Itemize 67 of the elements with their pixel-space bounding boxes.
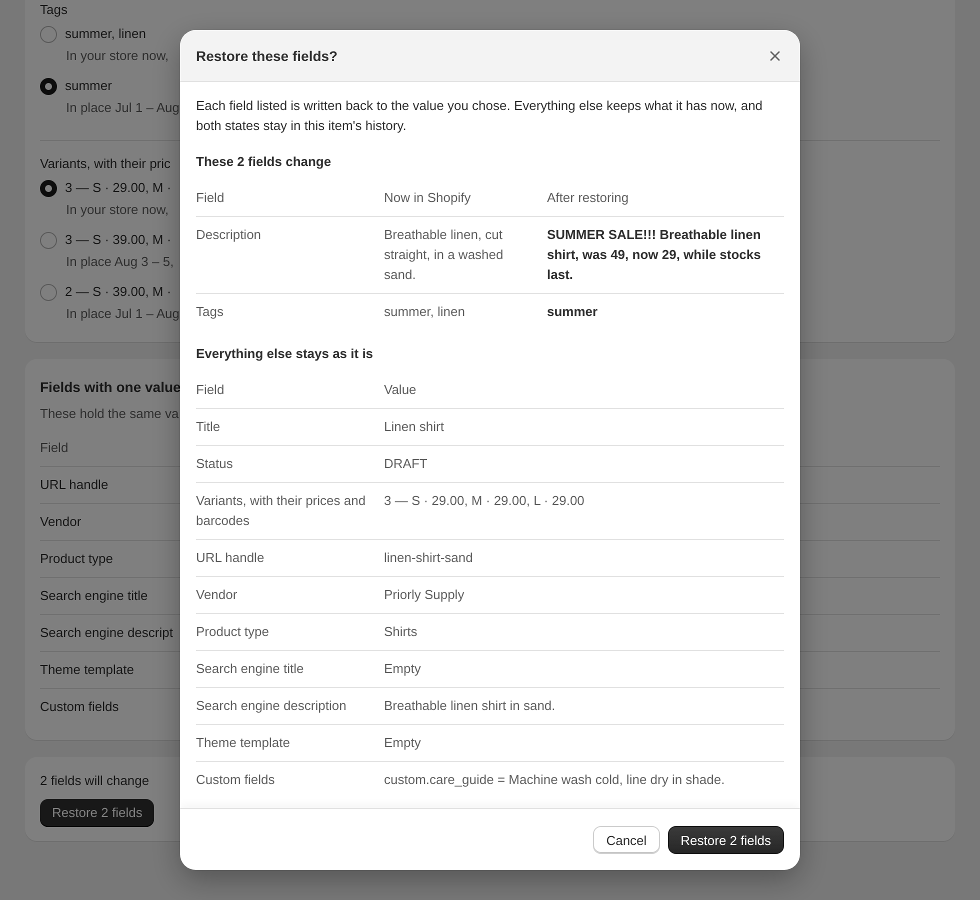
column-header: After restoring — [547, 189, 630, 207]
field-name: Search engine descript — [40, 625, 173, 640]
section-heading: Everything else stays as it is — [196, 345, 374, 363]
card-title: Fields with one value — [40, 378, 181, 397]
radio-button[interactable] — [40, 26, 57, 42]
option-note: In place Jul 1 – Aug — [66, 305, 180, 323]
field-name: Custom fields — [40, 699, 119, 714]
field-value: DRAFT — [384, 455, 428, 473]
field-name: Search engine title — [40, 588, 148, 603]
field-value: Linen shirt — [384, 418, 445, 436]
column-header: Field — [196, 381, 226, 399]
field-value: linen-shirt-sand — [384, 549, 474, 567]
field-name: Description — [196, 226, 262, 244]
field-name: Tags — [196, 303, 224, 321]
option-note: In place Aug 3 – 5, — [66, 253, 174, 271]
field-value: 3 — S · 29.00, M · 29.00, L · 29.00 — [384, 492, 586, 510]
option-label: summer, linen — [65, 25, 146, 43]
field-name: Status — [196, 455, 234, 473]
radio-button[interactable] — [40, 284, 57, 300]
option-label: summer — [65, 77, 112, 95]
field-name: Product type — [196, 623, 270, 641]
field-name: Search engine title — [196, 660, 305, 678]
current-value: summer, linen — [384, 303, 466, 321]
field-value: Empty — [384, 660, 422, 678]
option-note: In your store now, — [66, 201, 169, 219]
field-name: URL handle — [40, 477, 108, 492]
option-note: In place Jul 1 – Aug — [66, 99, 180, 117]
field-name: Search engine description — [196, 697, 348, 715]
intro-text: Each field listed is written back to the value you chose. Everything else keeps what it has now, and both states stay in this item's history. — [196, 97, 764, 135]
option-note: In your store now, — [66, 47, 169, 65]
field-name: URL handle — [196, 549, 266, 567]
field-value: Priorly Supply — [384, 586, 466, 604]
change-summary: 2 fields will change — [40, 772, 150, 790]
radio-button[interactable] — [40, 78, 57, 94]
close-icon — [770, 50, 780, 60]
column-header: Field — [196, 189, 226, 207]
field-name: Variants, with their prices and barcodes — [196, 492, 367, 530]
section-heading: These 2 fields change — [196, 153, 332, 171]
group-label: Variants, with their pric — [40, 155, 171, 173]
column-header: Field — [40, 440, 68, 455]
restored-value: SUMMER SALE!!! Breathable linen shirt, was 49, now 29, while stocks last. — [547, 226, 762, 284]
restore-button[interactable]: Restore 2 fields — [40, 799, 154, 827]
column-header: Now in Shopify — [384, 189, 472, 207]
radio-button[interactable] — [40, 232, 57, 248]
restored-value: summer — [547, 303, 599, 321]
current-value: Breathable linen, cut straight, in a washed sand. — [384, 226, 504, 284]
field-name: Vendor — [40, 514, 82, 529]
field-value: Empty — [384, 734, 422, 752]
field-value: Shirts — [384, 623, 418, 641]
field-name: Theme template — [196, 734, 291, 752]
field-value: custom.care_guide = Machine wash cold, line dry in shade. — [384, 771, 726, 789]
field-name: Custom fields — [196, 771, 276, 789]
field-name: Theme template — [40, 662, 134, 677]
option-label: 3 — S · 39.00, M · — [65, 231, 172, 249]
column-header: Value — [384, 381, 418, 399]
option-label: 3 — S · 29.00, M · — [65, 179, 172, 197]
option-label: 2 — S · 39.00, M · — [65, 283, 172, 301]
field-name: Vendor — [196, 586, 238, 604]
card-subtitle: These hold the same va — [40, 405, 179, 423]
field-name: Product type — [40, 551, 113, 566]
group-label: Tags — [40, 1, 68, 19]
restore-button[interactable]: Restore 2 fields — [668, 826, 784, 854]
radio-button[interactable] — [40, 180, 57, 196]
field-name: Title — [196, 418, 222, 436]
cancel-button[interactable]: Cancel — [593, 826, 660, 854]
field-value: Breathable linen shirt in sand. — [384, 697, 556, 715]
dialog-title: Restore these fields? — [196, 46, 338, 66]
